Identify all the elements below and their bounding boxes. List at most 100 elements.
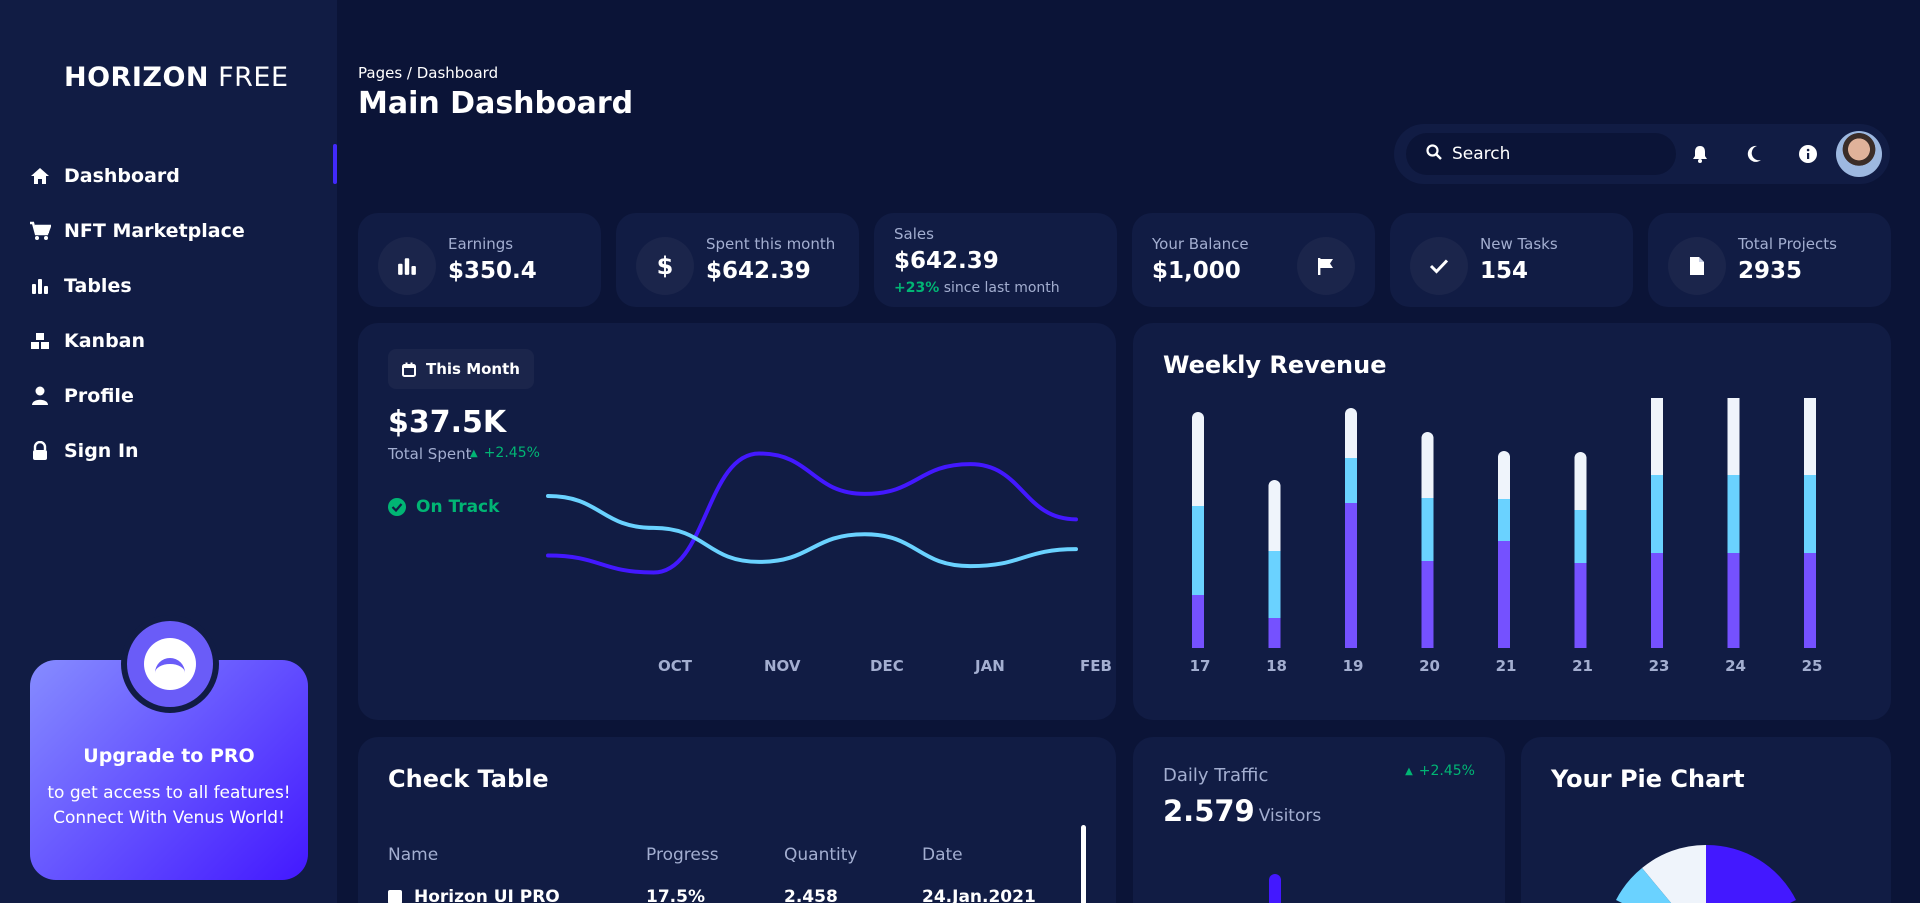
bar-cap — [1192, 412, 1204, 424]
row-checkbox[interactable] — [388, 890, 402, 903]
stat-value: $1,000 — [1152, 258, 1241, 284]
bar-cap — [1345, 408, 1357, 420]
card-title: Your Pie Chart — [1551, 765, 1745, 793]
total-spent-card: This Month $37.5K Total Spent ▲ +2.45% O… — [358, 323, 1116, 720]
bar-segment — [1345, 414, 1357, 458]
traffic-change: ▲ +2.45% — [1405, 763, 1475, 779]
change-percent: +23% — [894, 280, 940, 296]
arrow-up-icon: ▲ — [1405, 765, 1413, 777]
file-icon — [1668, 237, 1726, 295]
pie-slice — [1706, 845, 1796, 903]
stat-card-sales: Sales $642.39 +23% since last month — [874, 213, 1117, 307]
breadcrumb[interactable]: Pages / Dashboard — [358, 64, 498, 82]
table-cell-progress: 17.5% — [646, 887, 705, 903]
bar-segment — [1268, 618, 1281, 648]
traffic-unit: Visitors — [1258, 806, 1322, 826]
sidebar-item-label: Profile — [64, 384, 134, 407]
search-icon — [1426, 144, 1442, 164]
x-tick-label: 17 — [1189, 657, 1211, 675]
sidebar-item-label: NFT Marketplace — [64, 219, 245, 242]
stat-label: Earnings — [448, 235, 514, 253]
bar-segment — [1804, 398, 1816, 475]
sidebar-item-tables[interactable]: Tables — [28, 258, 337, 313]
page-title: Main Dashboard — [358, 86, 634, 121]
sidebar-item-kanban[interactable]: Kanban — [28, 313, 337, 368]
stat-card-tasks: New Tasks 154 — [1390, 213, 1633, 307]
change-percent: +2.45% — [483, 445, 540, 461]
total-spent-change: ▲ +2.45% — [470, 445, 540, 461]
dollar-icon: $ — [636, 237, 694, 295]
search-box[interactable] — [1406, 133, 1676, 175]
sidebar-item-nft-marketplace[interactable]: NFT Marketplace — [28, 203, 337, 258]
lock-icon — [28, 439, 52, 463]
column-header-name[interactable]: Name — [388, 845, 438, 865]
info-icon[interactable] — [1796, 142, 1820, 166]
bell-icon[interactable] — [1688, 142, 1712, 166]
change-text: since last month — [943, 280, 1060, 296]
stat-label: Total Projects — [1738, 235, 1837, 253]
x-tick-label: 19 — [1342, 657, 1364, 675]
bar-chart-icon — [28, 274, 52, 298]
bar-segment — [1345, 458, 1357, 503]
x-tick-label: 25 — [1801, 657, 1823, 675]
total-spent-value: $37.5K — [388, 405, 507, 440]
x-tick-label: OCT — [658, 657, 692, 675]
bar-cap — [1574, 452, 1587, 464]
bar-segment — [1574, 458, 1587, 510]
line-chart — [546, 451, 1078, 575]
bar-segment — [1421, 438, 1434, 498]
bar-chart-icon — [378, 237, 436, 295]
bar-cap — [1498, 451, 1510, 463]
bar-segment — [1192, 418, 1204, 506]
boxes-icon — [28, 329, 52, 353]
column-header-date[interactable]: Date — [922, 845, 963, 865]
brand-logo[interactable]: HORIZON FREE — [64, 62, 289, 93]
bar-segment — [1574, 563, 1587, 648]
sidebar-item-profile[interactable]: Profile — [28, 368, 337, 423]
pie-chart-card: Your Pie Chart — [1521, 737, 1891, 903]
bar-segment — [1574, 510, 1587, 563]
avatar[interactable] — [1836, 131, 1882, 177]
stat-card-spent: $ Spent this month $642.39 — [616, 213, 859, 307]
sidebar-item-label: Sign In — [64, 439, 139, 462]
column-header-quantity[interactable]: Quantity — [784, 845, 857, 865]
status-badge: On Track — [388, 497, 499, 517]
sidebar-nav: Dashboard NFT Marketplace Tables Kanban — [28, 144, 337, 478]
table-scrollbar[interactable] — [1081, 825, 1086, 903]
x-tick-label: FEB — [1080, 657, 1112, 675]
search-input[interactable] — [1452, 144, 1652, 164]
traffic-bar — [1269, 874, 1281, 903]
line-series-1 — [546, 494, 1078, 569]
brand-name-light: FREE — [218, 62, 289, 93]
date-range-label: This Month — [426, 360, 520, 378]
sidebar-item-sign-in[interactable]: Sign In — [28, 423, 337, 478]
bar-cap — [1421, 432, 1434, 444]
sidebar-item-dashboard[interactable]: Dashboard — [28, 144, 337, 203]
line-series-0 — [546, 451, 1078, 575]
date-range-button[interactable]: This Month — [388, 349, 534, 389]
row-name: Horizon UI PRO — [414, 887, 560, 903]
sidebar: HORIZON FREE Dashboard NFT Marketplace T… — [0, 0, 337, 903]
stat-value: $642.39 — [894, 248, 999, 274]
sidebar-item-label: Dashboard — [64, 164, 180, 187]
total-spent-label: Total Spent — [388, 445, 472, 463]
cart-icon — [28, 219, 52, 243]
x-tick-label: 24 — [1725, 657, 1746, 675]
stat-value: $350.4 — [448, 258, 537, 284]
upgrade-promo-card[interactable]: Upgrade to PRO to get access to all feat… — [30, 615, 308, 880]
check-circle-icon — [388, 498, 406, 516]
column-header-progress[interactable]: Progress — [646, 845, 719, 865]
stat-card-projects: Total Projects 2935 — [1648, 213, 1891, 307]
bar-segment — [1498, 499, 1510, 541]
bar-cap — [1268, 480, 1281, 492]
flag-icon[interactable] — [1297, 237, 1355, 295]
moon-icon[interactable] — [1742, 142, 1766, 166]
x-tick-label: 21 — [1572, 657, 1593, 675]
bar-segment — [1421, 561, 1434, 648]
bar-segment — [1421, 498, 1434, 561]
promo-line-1: to get access to all features! — [47, 783, 291, 803]
status-text: On Track — [416, 497, 500, 517]
stat-label: New Tasks — [1480, 235, 1558, 253]
bar-segment — [1345, 503, 1357, 648]
horizon-logo-icon — [121, 615, 219, 713]
